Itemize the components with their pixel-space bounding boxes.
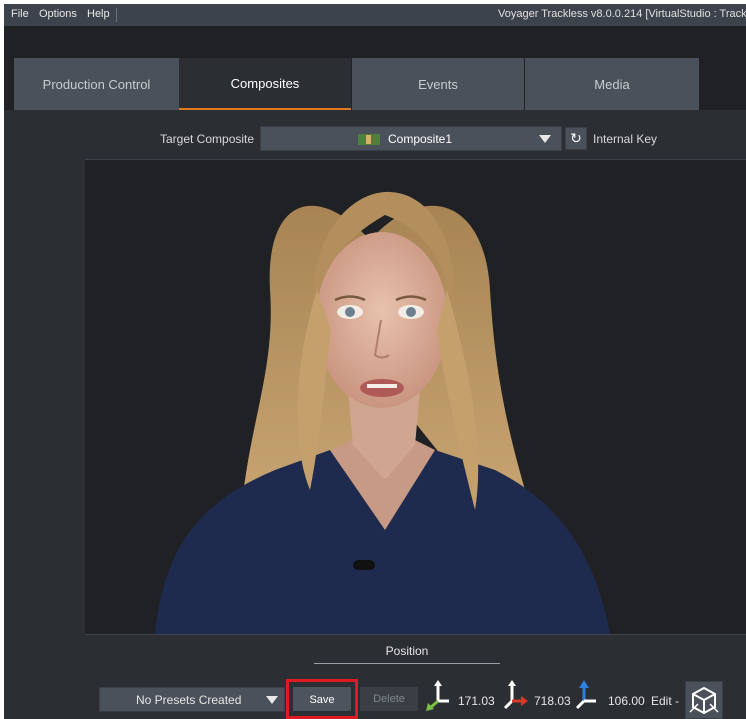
presets-dropdown[interactable]: No Presets Created	[99, 687, 285, 712]
menu-help[interactable]: Help	[87, 4, 110, 26]
tab-composites[interactable]: Composites	[179, 58, 351, 110]
composites-panel: Target Composite Composite1 ↻ Internal K…	[4, 110, 746, 719]
position-y-value: 718.03	[534, 694, 571, 708]
window-title: Voyager Trackless v8.0.0.214 [VirtualStu…	[498, 8, 746, 20]
chevron-down-icon	[539, 135, 551, 143]
position-underline	[314, 663, 500, 664]
menu-separator	[116, 8, 117, 22]
menu-options[interactable]: Options	[39, 4, 77, 26]
internal-key-label: Internal Key	[593, 132, 658, 146]
composite-preview	[85, 160, 746, 634]
tab-events[interactable]: Events	[352, 58, 524, 110]
menu-file[interactable]: File	[11, 4, 29, 26]
axis-x-icon	[426, 680, 449, 711]
app-window: File Options Help Voyager Trackless v8.0…	[4, 4, 746, 719]
tab-media[interactable]: Media	[525, 58, 699, 110]
preview-divider-bottom	[85, 634, 746, 635]
position-z-value: 106.00	[608, 694, 645, 708]
position-x-value: 171.03	[458, 694, 495, 708]
save-button[interactable]: Save	[292, 686, 352, 712]
delete-button[interactable]: Delete	[360, 687, 418, 711]
target-composite-label: Target Composite	[160, 132, 255, 146]
3d-view-button[interactable]	[685, 681, 723, 719]
tab-bar: Production Control Composites Events Med…	[14, 58, 699, 110]
presenter-image	[155, 191, 610, 634]
tab-production-control[interactable]: Production Control	[14, 58, 179, 110]
refresh-button[interactable]: ↻	[565, 127, 587, 150]
refresh-icon: ↻	[570, 130, 582, 146]
target-composite-dropdown[interactable]: Composite1	[260, 126, 562, 151]
cube-icon	[689, 686, 719, 715]
composite-dropdown-value: Composite1	[388, 132, 453, 146]
composite-thumbnail-icon	[358, 134, 380, 145]
axis-y-icon	[503, 680, 528, 710]
menu-bar: File Options Help Voyager Trackless v8.0…	[4, 4, 746, 26]
chevron-down-icon	[266, 696, 278, 704]
position-section-title: Position	[385, 644, 429, 658]
edit-label[interactable]: Edit -	[651, 694, 679, 708]
axis-z-icon	[575, 680, 596, 710]
presets-dropdown-value: No Presets Created	[136, 693, 242, 707]
